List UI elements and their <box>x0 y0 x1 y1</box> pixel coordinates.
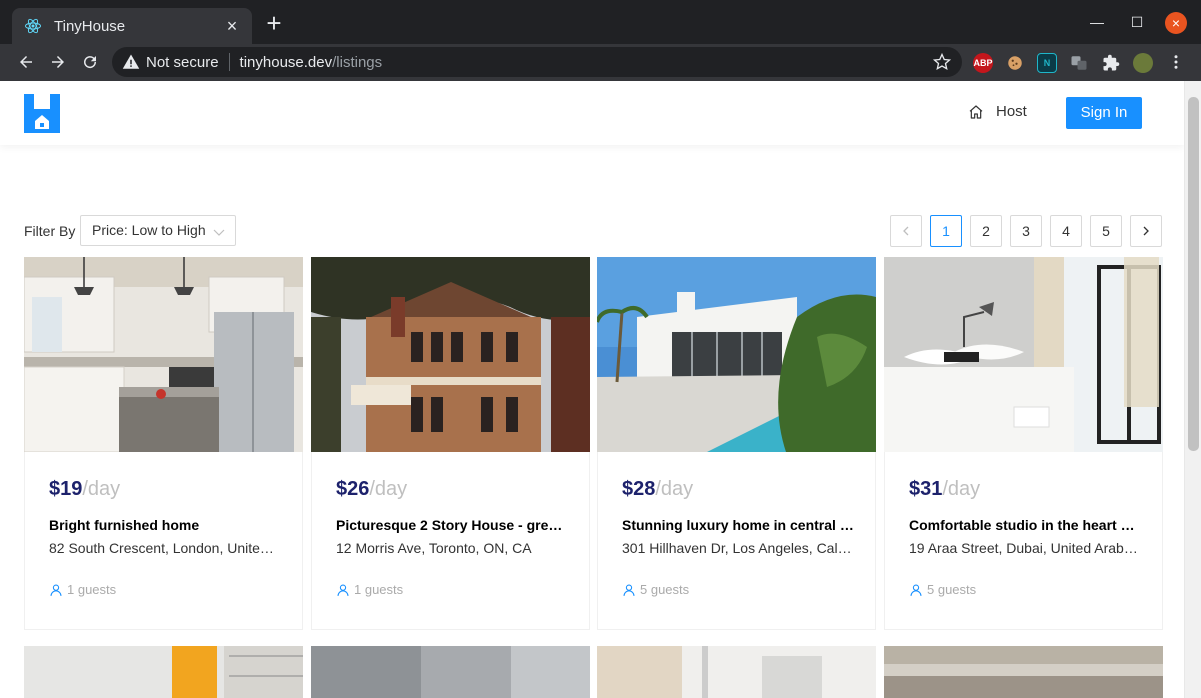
page-scrollbar[interactable] <box>1184 81 1201 698</box>
forward-button[interactable] <box>45 49 71 75</box>
scrollbar-thumb[interactable] <box>1188 97 1199 451</box>
react-favicon-icon <box>24 17 42 35</box>
app-header: Host Sign In <box>0 81 1184 145</box>
listing-title: Stunning luxury home in central Los Ange… <box>622 517 854 533</box>
listing-address: 301 Hillhaven Dr, Los Angeles, Californi… <box>622 540 854 556</box>
listing-body: $19/day Bright furnished home 82 South C… <box>49 478 281 556</box>
pagination-page-5[interactable]: 5 <box>1090 215 1122 247</box>
translate-extension-icon[interactable] <box>1069 53 1089 73</box>
price-unit: /day <box>942 478 981 500</box>
reload-button[interactable] <box>77 49 103 75</box>
listing-address: 19 Araa Street, Dubai, United Arab Emira… <box>909 540 1141 556</box>
minimize-button[interactable]: — <box>1085 10 1109 34</box>
pagination-page-1[interactable]: 1 <box>930 215 962 247</box>
n-extension-icon[interactable]: N <box>1037 53 1057 73</box>
price-unit: /day <box>369 478 408 500</box>
tab-close-icon[interactable]: × <box>224 17 240 35</box>
warning-icon <box>122 54 140 69</box>
bookmark-star-icon[interactable] <box>932 52 952 72</box>
filter-selected-value: Price: Low to High <box>92 222 206 238</box>
pagination-page-2[interactable]: 2 <box>970 215 1002 247</box>
chevron-down-icon <box>213 229 225 236</box>
maximize-button[interactable]: ☐ <box>1125 10 1149 34</box>
listing-image-kitchen[interactable] <box>24 257 303 452</box>
home-icon <box>969 104 983 119</box>
price-amount: $28 <box>622 478 656 500</box>
adblock-plus-icon[interactable]: ABP <box>973 53 993 73</box>
filter-label: Filter By <box>24 223 76 239</box>
listing-guests: 5 guests <box>909 582 976 597</box>
price-amount: $31 <box>909 478 943 500</box>
page-viewport: Host Sign In Filter By Price: Low to Hig… <box>0 81 1201 698</box>
browser-toolbar: Not secure tinyhouse.dev/listings ABP N <box>0 44 1201 81</box>
listing-price: $19/day <box>49 478 281 501</box>
profile-avatar-icon[interactable] <box>1133 53 1153 73</box>
listing-title: Bright furnished home <box>49 517 200 533</box>
host-label: Host <box>996 103 1027 120</box>
guests-count: 5 guests <box>927 582 977 597</box>
listing-card[interactable]: $31/day Comfortable studio in the heart … <box>884 257 1163 630</box>
listing-price: $31/day <box>909 478 1141 501</box>
host-nav-link[interactable]: Host <box>968 103 1027 120</box>
listing-body: $28/day Stunning luxury home in central … <box>622 478 854 556</box>
listing-address: 82 South Crescent, London, United Kingdo… <box>49 540 281 556</box>
user-icon <box>910 584 922 596</box>
listing-price: $28/day <box>622 478 854 501</box>
url-path: /listings <box>332 53 383 71</box>
price-unit: /day <box>82 478 121 500</box>
user-icon <box>50 584 62 596</box>
price-amount: $19 <box>49 478 83 500</box>
listing-price: $26/day <box>336 478 568 501</box>
browser-tab[interactable]: TinyHouse × <box>12 8 252 44</box>
listing-card[interactable]: $19/day Bright furnished home 82 South C… <box>24 257 303 630</box>
listing-title: Comfortable studio in the heart of Dubai <box>909 517 1141 533</box>
listing-image-modern-pool-home[interactable] <box>597 257 876 452</box>
puzzle-icon[interactable] <box>1101 53 1121 73</box>
chevron-right-icon <box>1143 226 1149 236</box>
listing-image-partial[interactable] <box>884 646 1163 698</box>
listing-image-partial[interactable] <box>311 646 590 698</box>
listing-card[interactable]: $26/day Picturesque 2 Story House - grea… <box>311 257 590 630</box>
price-amount: $26 <box>336 478 370 500</box>
guests-count: 1 guests <box>67 582 117 597</box>
omnibox-divider <box>228 53 230 71</box>
listing-address: 12 Morris Ave, Toronto, ON, CA <box>336 540 532 556</box>
listing-body: $26/day Picturesque 2 Story House - grea… <box>336 478 568 556</box>
url-host: tinyhouse.dev <box>239 53 333 71</box>
listing-guests: 1 guests <box>336 582 403 597</box>
chevron-left-icon <box>903 226 909 236</box>
pagination-page-3[interactable]: 3 <box>1010 215 1042 247</box>
listing-body: $31/day Comfortable studio in the heart … <box>909 478 1141 556</box>
tinyhouse-logo[interactable] <box>24 94 60 133</box>
pagination-next-button[interactable] <box>1130 215 1162 247</box>
listing-guests: 5 guests <box>622 582 689 597</box>
pagination-prev-button[interactable] <box>890 215 922 247</box>
back-button[interactable] <box>13 49 39 75</box>
user-icon <box>337 584 349 596</box>
browser-tabstrip: TinyHouse × + — ☐ × <box>0 0 1201 44</box>
window-close-button[interactable]: × <box>1165 12 1187 34</box>
pagination-page-4[interactable]: 4 <box>1050 215 1082 247</box>
listing-card[interactable]: $28/day Stunning luxury home in central … <box>597 257 876 630</box>
tab-title: TinyHouse <box>54 17 126 35</box>
user-icon <box>623 584 635 596</box>
address-bar[interactable]: Not secure tinyhouse.dev/listings <box>112 47 962 77</box>
listing-image-partial[interactable] <box>24 646 303 698</box>
cookie-icon[interactable] <box>1005 53 1025 73</box>
price-unit: /day <box>655 478 694 500</box>
listing-image-victorian-house[interactable] <box>311 257 590 452</box>
chrome-menu-icon[interactable] <box>1163 49 1189 75</box>
listing-guests: 1 guests <box>49 582 116 597</box>
guests-count: 1 guests <box>354 582 404 597</box>
new-tab-button[interactable]: + <box>262 10 286 36</box>
listing-title: Picturesque 2 Story House - great for fa… <box>336 517 568 533</box>
listing-image-partial[interactable] <box>597 646 876 698</box>
price-filter-select[interactable]: Price: Low to High <box>80 215 236 246</box>
security-label[interactable]: Not secure <box>146 54 219 71</box>
guests-count: 5 guests <box>640 582 690 597</box>
listing-image-studio-bedroom[interactable] <box>884 257 1163 452</box>
sign-in-button[interactable]: Sign In <box>1066 97 1142 129</box>
